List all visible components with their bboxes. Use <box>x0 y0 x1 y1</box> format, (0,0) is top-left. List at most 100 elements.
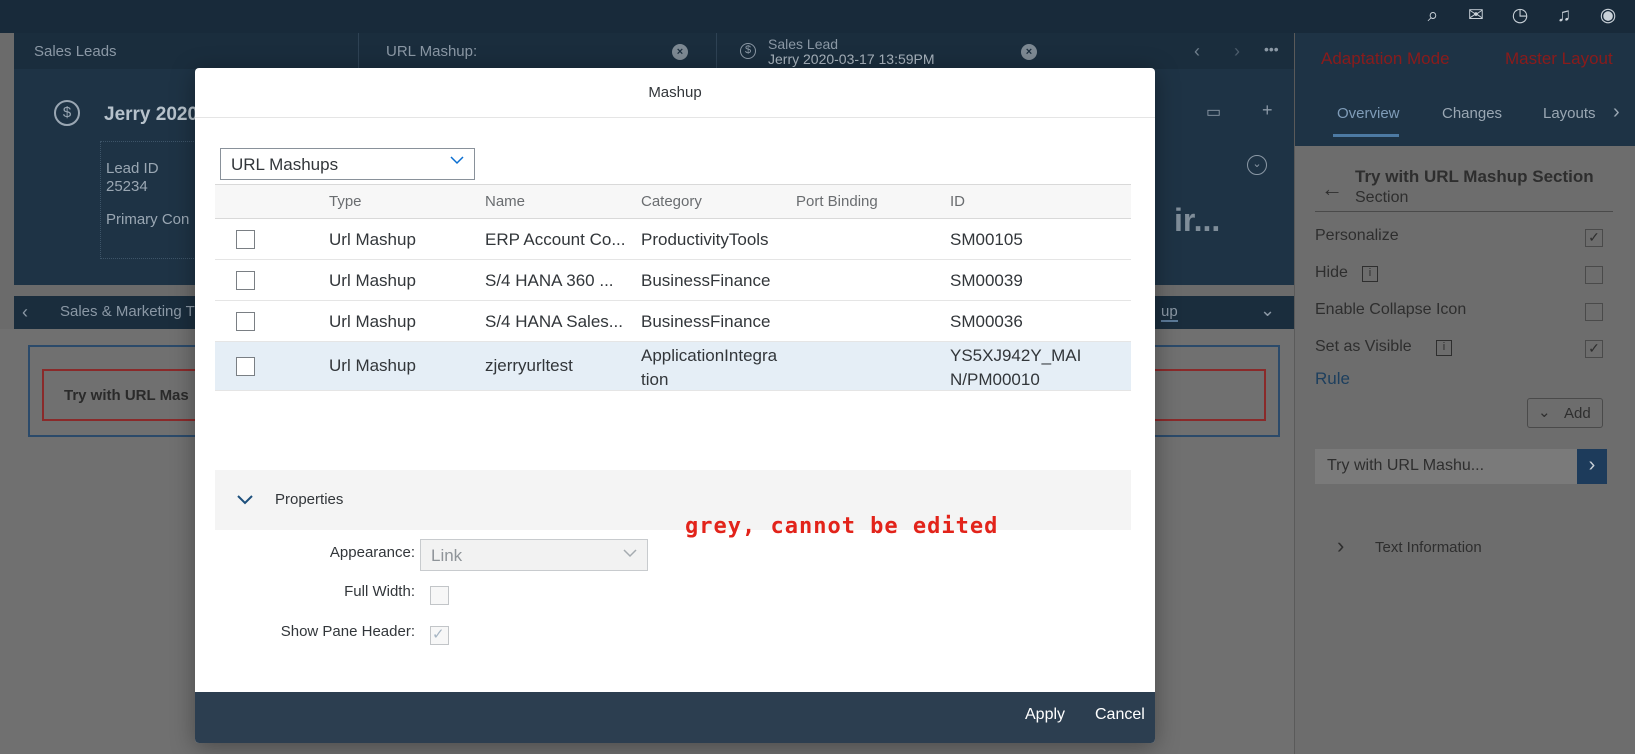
adaptation-panel: Adaptation Mode Master Layout Overview C… <box>1294 33 1635 754</box>
back-arrow-icon[interactable]: ← <box>1321 176 1343 202</box>
comment-icon[interactable]: ▭ <box>1206 102 1221 122</box>
appearance-label: Appearance: <box>329 544 415 561</box>
tab-overview-underline <box>1333 134 1399 137</box>
add-button[interactable]: ⌄ Add <box>1527 398 1603 428</box>
chevron-left-icon[interactable]: ‹ <box>22 302 28 323</box>
annotation-note: grey, cannot be edited <box>685 514 999 539</box>
cell-name: S/4 HANA 360 ... <box>485 271 614 290</box>
cancel-button[interactable]: Cancel <box>1095 706 1145 724</box>
expand-header-icon[interactable]: ⌄ <box>1247 155 1267 175</box>
apply-button[interactable]: Apply <box>1025 706 1065 724</box>
column-name: Name <box>485 193 526 210</box>
mashup-dialog: Mashup URL Mashups Type Name Category Po… <box>195 68 1155 743</box>
cell-type: Url Mashup <box>329 312 416 331</box>
column-id: ID <box>950 193 965 210</box>
section-title: Try with URL Mashup Section <box>1355 167 1594 186</box>
info-icon[interactable]: i <box>1362 266 1378 282</box>
appearance-value: Link <box>431 546 463 565</box>
tab-overview[interactable]: Overview <box>1337 105 1400 122</box>
row-checkbox[interactable] <box>236 271 255 290</box>
master-layout-label[interactable]: Master Layout <box>1505 49 1613 69</box>
column-category: Category <box>641 193 702 210</box>
show-pane-header-label: Show Pane Header: <box>280 623 415 640</box>
tab-url-mashup[interactable]: URL Mashup: × <box>386 33 706 69</box>
cell-category: BusinessFinance <box>641 271 771 290</box>
tab-label: URL Mashup: <box>386 43 478 60</box>
chevron-down-icon <box>623 549 637 558</box>
add-icon[interactable]: + <box>1262 100 1273 121</box>
overflow-icon[interactable]: ••• <box>1264 41 1279 57</box>
close-icon[interactable]: × <box>1021 44 1037 60</box>
navigate-arrow-icon[interactable]: › <box>1577 449 1607 484</box>
cell-category: BusinessFinance <box>641 312 771 331</box>
info-icon[interactable]: i <box>1436 340 1452 356</box>
adaptation-panel-header: Adaptation Mode Master Layout Overview C… <box>1295 33 1635 146</box>
user-profile-icon[interactable]: ◉ <box>1596 4 1620 28</box>
dollar-icon: $ <box>740 43 756 59</box>
close-icon[interactable]: × <box>672 44 688 60</box>
tab-divider <box>716 33 717 69</box>
subtab-sales-marketing[interactable]: Sales & Marketing T <box>60 303 195 320</box>
chevron-right-icon[interactable]: › <box>1613 101 1620 124</box>
cell-id: YS5XJ942Y_MAIN/PM00010 <box>950 346 1082 389</box>
adaptation-mode-label: Adaptation Mode <box>1321 49 1450 68</box>
tab-divider <box>358 33 359 69</box>
rule-link[interactable]: Rule <box>1315 369 1350 389</box>
mashup-table: Type Name Category Port Binding ID Url M… <box>215 184 1131 391</box>
lead-id-value: 25234 <box>106 178 148 195</box>
row-checkbox[interactable] <box>236 230 255 249</box>
select-value: URL Mashups <box>231 155 339 174</box>
cell-id: SM00039 <box>950 271 1023 290</box>
add-button-label: Add <box>1564 405 1591 422</box>
shell-bar: ⌕ ✉ ◷ ♫ ◉ <box>0 0 1635 33</box>
chevron-right-icon[interactable]: › <box>1234 41 1240 62</box>
row-checkbox[interactable] <box>236 357 255 376</box>
personalize-checkbox[interactable]: ✓ <box>1585 229 1603 247</box>
set-as-visible-checkbox[interactable]: ✓ <box>1585 340 1603 358</box>
cell-name: S/4 HANA Sales... <box>485 312 623 331</box>
enable-collapse-icon-checkbox[interactable] <box>1585 303 1603 321</box>
tab-strip: Sales Leads URL Mashup: × $ Sales Lead J… <box>14 33 1294 69</box>
chevron-down-icon <box>450 156 464 165</box>
tab-layouts[interactable]: Layouts <box>1543 105 1596 122</box>
feedback-icon[interactable]: ✉ <box>1464 4 1488 28</box>
mashup-item-label: Try with URL Mashu... <box>1327 457 1485 474</box>
dialog-title: Mashup <box>195 68 1155 118</box>
chevron-down-icon: ⌄ <box>1538 404 1551 421</box>
cell-type: Url Mashup <box>329 356 416 375</box>
row-checkbox[interactable] <box>236 312 255 331</box>
chevron-right-icon[interactable]: › <box>1337 533 1344 559</box>
search-icon[interactable]: ⌕ <box>1421 4 1445 28</box>
cell-id: SM00105 <box>950 230 1023 249</box>
section-subtitle: Section <box>1355 189 1409 206</box>
header-overflow-text: ir... <box>1174 202 1221 238</box>
divider <box>1315 211 1613 212</box>
column-type: Type <box>329 193 362 210</box>
header-title: Jerry 2020- <box>104 104 205 125</box>
properties-label: Properties <box>275 491 344 508</box>
table-row[interactable]: Url Mashup S/4 HANA Sales... BusinessFin… <box>215 301 1131 342</box>
subtab-mashup[interactable]: up <box>1161 303 1178 322</box>
cell-type: Url Mashup <box>329 271 416 290</box>
table-row[interactable]: Url Mashup S/4 HANA 360 ... BusinessFina… <box>215 260 1131 301</box>
tab-changes[interactable]: Changes <box>1442 105 1502 122</box>
cell-name: ERP Account Co... <box>485 230 626 249</box>
chevron-down-icon[interactable]: ⌄ <box>1260 300 1275 321</box>
dialog-footer: Apply Cancel <box>195 692 1155 743</box>
tab-sales-lead-jerry[interactable]: $ Sales Lead Jerry 2020-03-17 13:59PM × <box>740 33 1070 69</box>
hide-label: Hide <box>1315 264 1348 281</box>
chevron-left-icon[interactable]: ‹ <box>1194 41 1200 62</box>
history-icon[interactable]: ◷ <box>1508 4 1532 28</box>
section-title: Try with URL Mas <box>64 387 189 404</box>
cell-category: ApplicationIntegration <box>641 346 778 389</box>
chevron-down-icon[interactable] <box>235 490 255 510</box>
notification-bell-icon[interactable]: ♫ <box>1552 4 1576 28</box>
dollar-icon: $ <box>54 100 80 126</box>
hide-checkbox[interactable] <box>1585 266 1603 284</box>
table-header: Type Name Category Port Binding ID <box>215 184 1131 219</box>
text-information-label[interactable]: Text Information <box>1375 539 1482 556</box>
mashup-type-select[interactable]: URL Mashups <box>220 148 475 180</box>
table-row[interactable]: Url Mashup ERP Account Co... Productivit… <box>215 219 1131 260</box>
table-row-selected[interactable]: Url Mashup zjerryurltest ApplicationInte… <box>215 342 1131 391</box>
mashup-list-item[interactable]: Try with URL Mashu... › <box>1315 449 1607 484</box>
